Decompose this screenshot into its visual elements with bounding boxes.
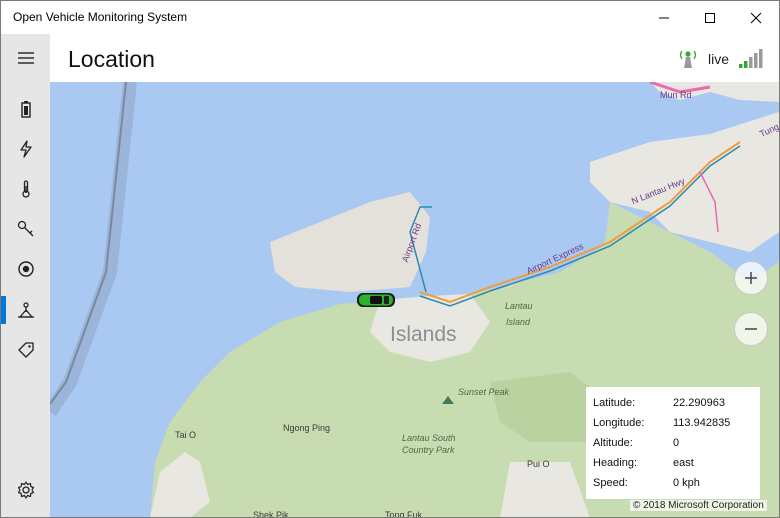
- minimize-button[interactable]: [641, 1, 687, 34]
- window-title: Open Vehicle Monitoring System: [13, 10, 188, 24]
- shipping-lane: [50, 82, 137, 416]
- location-icon: [17, 302, 34, 318]
- map-label-tai-o: Tai O: [175, 430, 197, 440]
- map-label-islands: Islands: [390, 323, 457, 346]
- map-copyright: © 2018 Microsoft Corporation: [630, 500, 767, 511]
- hamburger-menu-icon: [17, 52, 34, 64]
- altitude-value: 0: [673, 437, 680, 449]
- key-icon: [17, 220, 33, 237]
- record-icon: [17, 261, 34, 277]
- minimize-icon: [659, 17, 669, 18]
- info-row-heading: Heading: east: [593, 453, 760, 473]
- sidebar-item-tag[interactable]: [1, 330, 50, 370]
- heading-value: east: [673, 457, 694, 469]
- speed-label: Speed:: [593, 477, 628, 489]
- close-button[interactable]: [733, 1, 779, 34]
- info-row-altitude: Altitude: 0: [593, 433, 760, 453]
- page-title: Location: [68, 46, 155, 72]
- sidebar-item-temperature[interactable]: [1, 169, 50, 209]
- hamburger-menu-button[interactable]: [1, 38, 50, 78]
- sidebar-item-location[interactable]: [1, 290, 50, 330]
- speed-value: 0 kph: [673, 477, 700, 489]
- heading-label: Heading:: [593, 457, 638, 469]
- info-row-latitude: Latitude: 22.290963: [593, 393, 760, 413]
- plus-icon: [745, 272, 757, 284]
- connection-status: live: [708, 51, 730, 67]
- map-label-tong-fuk: Tong Fuk: [385, 510, 423, 518]
- vehicle-info-panel: Latitude: 22.290963 Longitude: 113.94283…: [586, 387, 760, 499]
- map-label-lantau: Lantau: [505, 301, 533, 311]
- longitude-value: 113.942835: [673, 417, 731, 429]
- sidebar-item-charging[interactable]: [1, 129, 50, 169]
- tag-icon: [17, 342, 34, 358]
- maximize-icon: [705, 12, 715, 23]
- latitude-value: 22.290963: [673, 397, 725, 409]
- antenna-icon: [679, 50, 697, 68]
- map-label-shek-pik: Shek Pik: [253, 510, 289, 518]
- map-label-pui-o: Pui O: [527, 459, 550, 469]
- title-bar: Open Vehicle Monitoring System: [1, 1, 779, 34]
- sidebar-item-controls[interactable]: [1, 209, 50, 249]
- altitude-label: Altitude:: [593, 437, 633, 449]
- map-label-country-park: Country Park: [402, 445, 455, 455]
- info-row-longitude: Longitude: 113.942835: [593, 413, 760, 433]
- gear-icon: [17, 481, 34, 499]
- minus-icon: [745, 328, 757, 330]
- vehicle-marker-icon[interactable]: [356, 291, 396, 309]
- sidebar-item-settings[interactable]: [1, 470, 50, 510]
- thermometer-icon: [21, 180, 30, 198]
- map-label-lantau-south: Lantau South: [402, 433, 456, 443]
- info-row-speed: Speed: 0 kph: [593, 473, 760, 493]
- zoom-in-button[interactable]: [734, 261, 768, 295]
- maximize-button[interactable]: [687, 1, 733, 34]
- map-view[interactable]: Islands Lantau Island Sunset Peak Ngong …: [50, 82, 779, 518]
- map-label-island: Island: [506, 317, 531, 327]
- app-window: Open Vehicle Monitoring System Location …: [0, 0, 780, 518]
- signal-strength-icon: [739, 49, 763, 68]
- lightning-icon: [19, 140, 32, 158]
- sidebar-item-battery[interactable]: [1, 89, 50, 129]
- close-icon: [750, 12, 762, 23]
- longitude-label: Longitude:: [593, 417, 645, 429]
- map-label-mun-rd: Mun Rd: [660, 90, 692, 100]
- page-header: Location live: [50, 34, 779, 82]
- sidebar: [1, 34, 50, 517]
- latitude-label: Latitude:: [593, 397, 636, 409]
- battery-icon: [20, 101, 31, 118]
- sidebar-item-record[interactable]: [1, 249, 50, 289]
- map-label-sunset-peak: Sunset Peak: [458, 387, 510, 397]
- map-label-ngong-ping: Ngong Ping: [283, 423, 331, 433]
- zoom-out-button[interactable]: [734, 312, 768, 346]
